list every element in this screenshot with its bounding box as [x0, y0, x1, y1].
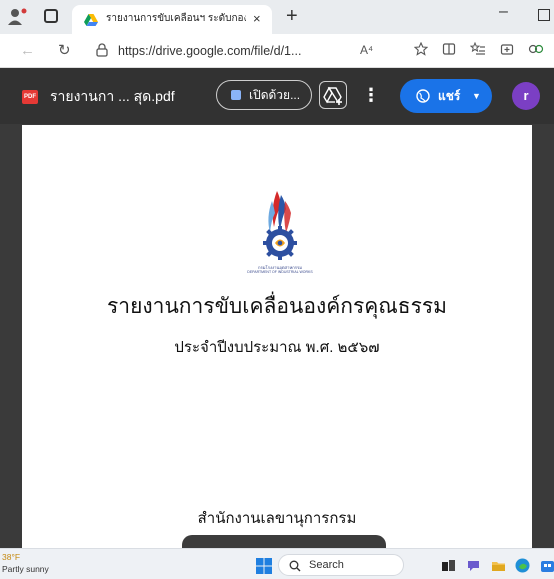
- edge-browser-icon[interactable]: [515, 558, 530, 573]
- browser-toolbar: ← ↻ https://drive.google.com/file/d/1...…: [0, 34, 554, 68]
- taskbar-search-box[interactable]: Search: [278, 554, 404, 576]
- document-subtitle: ประจำปีงบประมาณ พ.ศ. ๒๕๖๗: [174, 339, 380, 356]
- task-view-icon[interactable]: [441, 558, 456, 573]
- window-maximize-button[interactable]: [538, 9, 550, 21]
- browser-tab-strip: รายงานการขับเคลื่อนฯ ระดับกอง1-8 ส × + –: [0, 0, 554, 34]
- chat-icon[interactable]: [466, 558, 481, 573]
- window-minimize-button[interactable]: –: [499, 3, 508, 21]
- favorite-star-icon[interactable]: [413, 41, 429, 61]
- extension-icon[interactable]: [528, 42, 544, 61]
- tab-actions-icon[interactable]: [44, 9, 58, 23]
- department-logo-icon: [250, 187, 310, 269]
- share-label: แชร์: [438, 89, 461, 103]
- tab-close-button[interactable]: ×: [253, 10, 261, 28]
- pdf-file-icon: PDF: [22, 90, 38, 104]
- weather-description[interactable]: Partly sunny: [2, 564, 49, 574]
- browser-tab[interactable]: รายงานการขับเคลื่อนฯ ระดับกอง1-8 ส ×: [72, 5, 272, 34]
- globe-icon: [416, 89, 430, 103]
- windows-start-icon[interactable]: [256, 558, 272, 574]
- store-icon[interactable]: [540, 558, 554, 573]
- share-button[interactable]: แชร์ ▼: [400, 79, 492, 113]
- collections-icon[interactable]: [500, 42, 514, 61]
- read-aloud-icon[interactable]: A⁴: [360, 43, 373, 57]
- lock-icon[interactable]: [96, 43, 108, 57]
- document-title: รายงานการขับเคลื่อนองค์กรคุณธรรม: [107, 295, 447, 318]
- profile-icon[interactable]: [8, 7, 30, 27]
- new-tab-button[interactable]: +: [286, 5, 298, 27]
- refresh-button[interactable]: ↻: [58, 42, 71, 60]
- pdf-page: กรมโรงงานอุตสาหกรรม DEPARTMENT OF INDUST…: [22, 125, 532, 555]
- more-options-button[interactable]: ⋮: [362, 82, 380, 108]
- pdf-viewer: PDF รายงานกา ... สุด.pdf เปิดด้วย... ⋮ แ…: [0, 68, 554, 555]
- search-icon: [289, 559, 301, 572]
- split-screen-icon[interactable]: [442, 42, 456, 61]
- search-label: Search: [309, 559, 344, 571]
- share-dropdown-icon[interactable]: ▼: [472, 89, 481, 103]
- file-name: รายงานกา ... สุด.pdf: [50, 88, 175, 104]
- document-footer: สำนักงานเลขานุการกรม: [197, 510, 357, 527]
- weather-temperature[interactable]: 38°F: [2, 552, 20, 562]
- google-drive-icon: [84, 13, 98, 26]
- account-avatar[interactable]: r: [512, 82, 540, 110]
- add-to-drive-button[interactable]: [319, 81, 347, 109]
- viewer-header: PDF รายงานกา ... สุด.pdf เปิดด้วย... ⋮ แ…: [0, 68, 554, 124]
- url-text[interactable]: https://drive.google.com/file/d/1...: [118, 43, 301, 59]
- tab-title: รายงานการขับเคลื่อนฯ ระดับกอง1-8 ส: [106, 13, 246, 24]
- open-with-app-icon: [231, 90, 241, 100]
- file-explorer-icon[interactable]: [491, 558, 506, 573]
- address-bar[interactable]: https://drive.google.com/file/d/1... A⁴: [90, 39, 390, 63]
- taskbar: 38°F Partly sunny Search: [0, 548, 554, 579]
- favorites-list-icon[interactable]: [469, 41, 486, 61]
- open-with-label: เปิดด้วย...: [249, 88, 301, 102]
- logo-caption-english: DEPARTMENT OF INDUSTRIAL WORKS: [247, 270, 313, 274]
- open-with-button[interactable]: เปิดด้วย...: [216, 80, 312, 110]
- back-button[interactable]: ←: [20, 42, 35, 60]
